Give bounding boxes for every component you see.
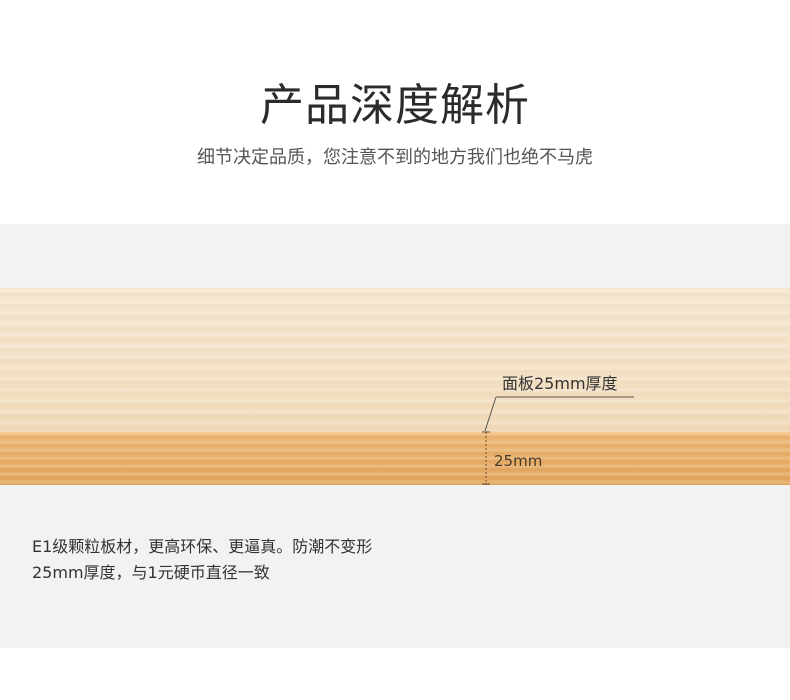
- description-line-1: E1级颗粒板材，更高环保、更逼真。防潮不变形: [32, 537, 373, 556]
- callout-leader: [484, 396, 497, 432]
- thickness-label: 25mm: [494, 452, 543, 470]
- page-title: 产品深度解析: [260, 80, 530, 131]
- header-section: 产品深度解析 细节决定品质，您注意不到的地方我们也绝不马虎: [0, 0, 790, 224]
- callout-lines: [482, 396, 634, 485]
- page-subtitle: 细节决定品质，您注意不到的地方我们也绝不马虎: [197, 147, 593, 168]
- callout-label: 面板25mm厚度: [502, 374, 618, 393]
- description: E1级颗粒板材，更高环保、更逼真。防潮不变形 25mm厚度，与1元硬币直径一致: [32, 534, 372, 586]
- detail-panel: 面板25mm厚度 25mm E1级颗粒板材，更高环保、更逼真。防潮不变形 25m…: [0, 224, 790, 648]
- description-line-2: 25mm厚度，与1元硬币直径一致: [32, 563, 270, 582]
